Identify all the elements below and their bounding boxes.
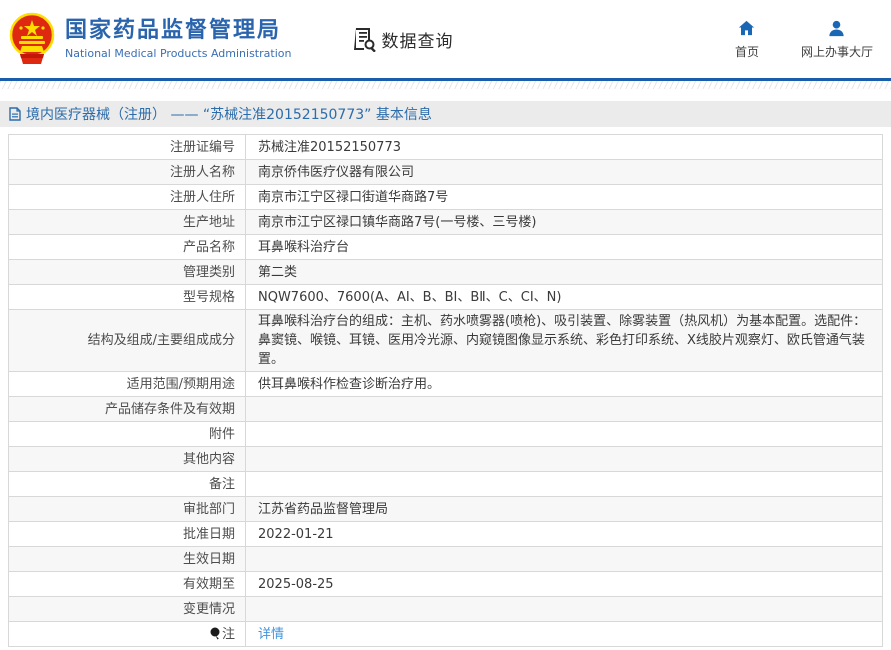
row-label: 生效日期	[8, 546, 246, 572]
nav-online-hall[interactable]: 网上办事大厅	[801, 19, 873, 60]
table-row: 其他内容	[8, 446, 883, 472]
breadcrumb-bar: 境内医疗器械（注册） —— “苏械注准20152150773” 基本信息	[0, 101, 891, 127]
row-label: 注	[8, 621, 246, 647]
row-label: 管理类别	[8, 259, 246, 285]
table-row: 产品储存条件及有效期	[8, 396, 883, 422]
row-value: 南京侨伟医疗仪器有限公司	[245, 159, 883, 185]
registration-info-table: 注册证编号 苏械注准20152150773 注册人名称 南京侨伟医疗仪器有限公司 注册人…	[8, 134, 883, 647]
nav-home-label: 首页	[734, 44, 759, 59]
table-row: 注册人住所 南京市江宁区禄口街道华商路7号	[8, 184, 883, 210]
row-label: 产品储存条件及有效期	[8, 396, 246, 422]
header-nav: 首页 网上办事大厅	[727, 19, 873, 60]
row-value: 2022-01-21	[245, 521, 883, 547]
data-query-section[interactable]: 数据查询	[353, 26, 453, 52]
registration-info-table-wrap: 注册证编号 苏械注准20152150773 注册人名称 南京侨伟医疗仪器有限公司 注册人…	[8, 134, 883, 647]
table-row: 管理类别 第二类	[8, 259, 883, 285]
page-icon	[9, 107, 21, 121]
row-value: 南京市江宁区禄口镇华商路7号(一号楼、三号楼)	[245, 209, 883, 235]
row-value: 2025-08-25	[245, 571, 883, 597]
info-table-body: 注册证编号 苏械注准20152150773 注册人名称 南京侨伟医疗仪器有限公司 注册人…	[8, 134, 883, 647]
row-label: 注册人住所	[8, 184, 246, 210]
agency-title: 国家药品监督管理局	[65, 17, 282, 43]
table-row: 适用范围/预期用途 供耳鼻喉科作检查诊断治疗用。	[8, 371, 883, 397]
row-value: 第二类	[245, 259, 883, 285]
row-label: 备注	[8, 471, 246, 497]
row-label: 附件	[8, 421, 246, 447]
table-row: 附件	[8, 421, 883, 447]
row-value: 耳鼻喉科治疗台	[245, 234, 883, 260]
table-row: 生效日期	[8, 546, 883, 572]
note-pin-icon	[210, 627, 220, 639]
row-label: 有效期至	[8, 571, 246, 597]
nav-online-hall-label: 网上办事大厅	[800, 44, 873, 59]
row-value: 供耳鼻喉科作检查诊断治疗用。	[245, 371, 883, 397]
site-header: 国家药品监督管理局 National Medical Products Admi…	[0, 0, 891, 78]
table-row: 生产地址 南京市江宁区禄口镇华商路7号(一号楼、三号楼)	[8, 209, 883, 235]
row-label: 变更情况	[8, 596, 246, 622]
data-query-label: 数据查询	[381, 31, 454, 52]
row-value: 详情	[245, 621, 883, 647]
breadcrumb-text: 境内医疗器械（注册） —— “苏械注准20152150773” 基本信息	[26, 107, 432, 123]
row-value	[245, 596, 883, 622]
row-label: 其他内容	[8, 446, 246, 472]
row-value	[245, 396, 883, 422]
row-label: 注册人名称	[8, 159, 246, 185]
row-value: 南京市江宁区禄口街道华商路7号	[245, 184, 883, 210]
agency-title-block: 国家药品监督管理局 National Medical Products Admi…	[65, 18, 291, 61]
row-value	[245, 546, 883, 572]
row-label: 型号规格	[8, 284, 246, 310]
row-label: 审批部门	[8, 496, 246, 522]
home-icon	[739, 20, 755, 35]
row-value	[245, 421, 883, 447]
row-label: 生产地址	[8, 209, 246, 235]
table-row: 注详情	[8, 621, 883, 647]
row-label: 批准日期	[8, 521, 246, 547]
row-value	[245, 471, 883, 497]
table-row: 变更情况	[8, 596, 883, 622]
table-row: 注册人名称 南京侨伟医疗仪器有限公司	[8, 159, 883, 185]
table-row: 有效期至 2025-08-25	[8, 571, 883, 597]
user-icon	[829, 20, 845, 36]
row-value: 苏械注准20152150773	[245, 134, 883, 160]
row-value: NQW7600、7600(A、AI、B、BI、BⅡ、C、CI、N)	[245, 284, 883, 310]
document-search-icon	[354, 28, 377, 52]
row-label: 结构及组成/主要组成成分	[8, 309, 246, 372]
table-row: 备注	[8, 471, 883, 497]
nav-home[interactable]: 首页	[727, 19, 767, 60]
row-value	[245, 446, 883, 472]
hatch-strip	[0, 81, 891, 89]
table-row: 产品名称 耳鼻喉科治疗台	[8, 234, 883, 260]
row-label: 适用范围/预期用途	[8, 371, 246, 397]
row-value: 江苏省药品监督管理局	[245, 496, 883, 522]
table-row: 审批部门 江苏省药品监督管理局	[8, 496, 883, 522]
national-emblem-logo	[9, 12, 55, 64]
table-row: 结构及组成/主要组成成分 耳鼻喉科治疗台的组成：主机、药水喷雾器(喷枪)、吸引装置…	[8, 309, 883, 372]
row-label: 产品名称	[8, 234, 246, 260]
row-value: 耳鼻喉科治疗台的组成：主机、药水喷雾器(喷枪)、吸引装置、除雾装置（热风机）为基…	[245, 309, 883, 372]
detail-link[interactable]: 详情	[258, 627, 284, 642]
row-label: 注册证编号	[8, 134, 246, 160]
table-row: 批准日期 2022-01-21	[8, 521, 883, 547]
table-row: 型号规格 NQW7600、7600(A、AI、B、BI、BⅡ、C、CI、N)	[8, 284, 883, 310]
table-row: 注册证编号 苏械注准20152150773	[8, 134, 883, 160]
agency-subtitle: National Medical Products Administration	[65, 46, 292, 60]
